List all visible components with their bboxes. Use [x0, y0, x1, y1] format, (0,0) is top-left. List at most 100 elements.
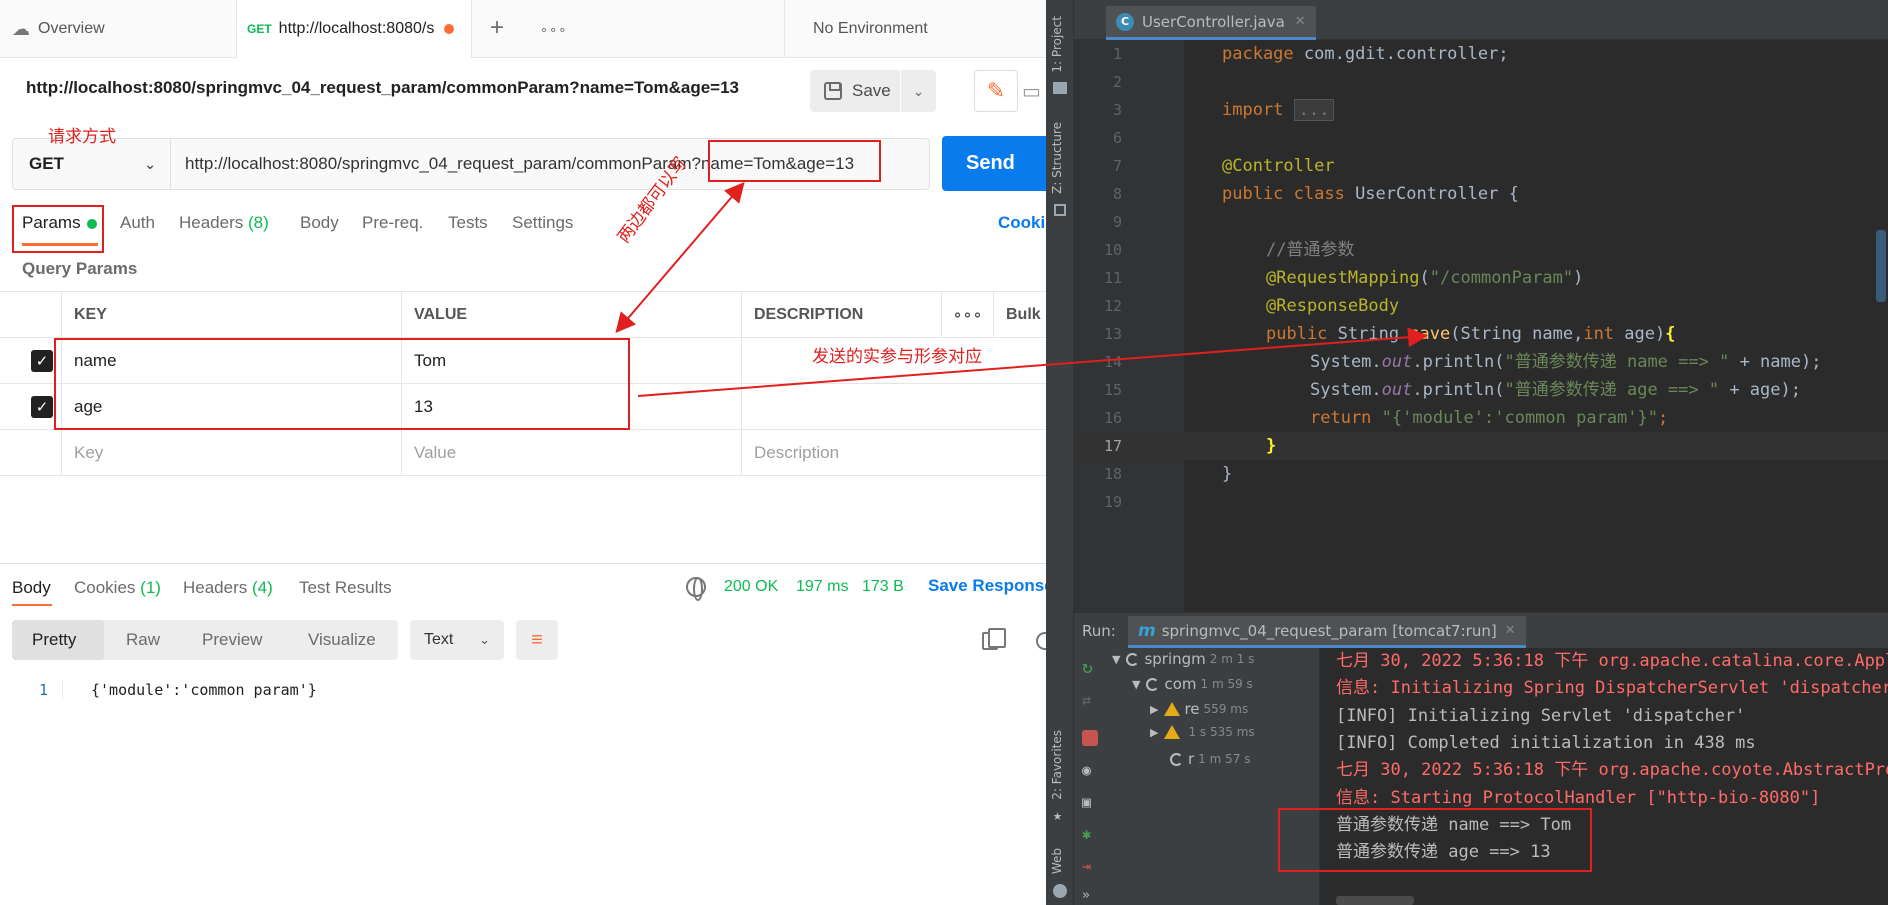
code-text: @RequestMapping("/commonParam") — [1266, 268, 1584, 288]
new-value-input[interactable]: Value — [401, 430, 741, 475]
line-number: 1 — [1112, 45, 1122, 63]
close-tab-icon[interactable]: ✕ — [1295, 14, 1306, 29]
table-more-icon[interactable]: ∘∘∘ — [941, 292, 993, 337]
view-raw[interactable]: Raw — [126, 620, 160, 660]
favorites-tool-button[interactable]: 2: Favorites — [1050, 730, 1064, 800]
param-description-cell[interactable] — [741, 384, 941, 429]
tab-request-url: http://localhost:8080/s — [278, 20, 435, 37]
tab-settings[interactable]: Settings — [512, 213, 573, 233]
view-preview[interactable]: Preview — [202, 620, 262, 660]
new-description-input[interactable]: Description — [741, 430, 941, 475]
code-text: @Controller — [1222, 156, 1335, 176]
structure-tool-button[interactable]: Z: Structure — [1050, 122, 1064, 194]
code-line: 3 import ... — [1074, 96, 1888, 124]
structure-icon[interactable] — [1054, 204, 1066, 216]
environment-selector[interactable]: No Environment — [784, 0, 1046, 58]
code-text: System.out.println("普通参数传递 name ==> " + … — [1310, 352, 1822, 372]
view-visualize[interactable]: Visualize — [308, 620, 376, 660]
rerun-icon[interactable]: ↻ — [1082, 659, 1098, 677]
tree-node-time: 1 s 535 ms — [1188, 725, 1255, 739]
rerun-failed-icon[interactable]: ⇄ — [1082, 692, 1098, 708]
cookies-link[interactable]: Cookies — [998, 213, 1046, 233]
view-pretty[interactable]: Pretty — [12, 620, 104, 660]
tab-auth[interactable]: Auth — [120, 213, 155, 233]
tree-node[interactable]: ▶ 1 s 535 ms — [1150, 725, 1255, 739]
line-number: 14 — [1103, 353, 1122, 371]
response-divider[interactable] — [0, 563, 1046, 564]
code-line: 8 public class UserController { — [1074, 180, 1888, 208]
web-tool-button[interactable]: Web — [1050, 848, 1064, 874]
search-icon[interactable] — [1036, 632, 1046, 650]
tab-request-active[interactable]: GET http://localhost:8080/s — [236, 0, 472, 58]
param-key-cell[interactable]: name — [61, 338, 401, 383]
tab-response-cookies[interactable]: Cookies (1) — [74, 578, 161, 598]
response-body-underline — [12, 604, 52, 606]
tab-params[interactable]: Params — [22, 213, 97, 233]
project-folder-icon[interactable] — [1053, 82, 1067, 94]
tab-headers[interactable]: Headers (8) — [179, 213, 269, 233]
wrap-lines-icon[interactable]: ≡ — [516, 620, 558, 660]
editor-scrollbar[interactable] — [1876, 230, 1886, 302]
save-button[interactable]: Save ⌄ — [810, 70, 936, 112]
param-value-cell[interactable]: 13 — [401, 384, 741, 429]
close-run-tab-icon[interactable]: ✕ — [1505, 623, 1516, 638]
more-tabs-icon[interactable]: ∘∘∘ — [540, 22, 567, 38]
stop-icon[interactable] — [1082, 730, 1098, 746]
tab-response-headers[interactable]: Headers (4) — [183, 578, 273, 598]
view-eye-icon[interactable]: ◉ — [1082, 762, 1098, 778]
tree-node[interactable]: ▶ re 559 ms — [1150, 700, 1248, 718]
status-code[interactable]: 200 OK — [724, 578, 778, 596]
param-key-cell[interactable]: age — [61, 384, 401, 429]
copy-icon[interactable] — [982, 628, 1006, 650]
new-key-input[interactable]: Key — [61, 430, 401, 475]
response-time[interactable]: 197 ms — [796, 578, 848, 596]
expand-chevron-icon[interactable]: » — [1082, 888, 1098, 904]
folded-imports[interactable]: ... — [1293, 99, 1335, 121]
line-number: 1 — [38, 681, 48, 699]
format-select[interactable]: Text ⌄ — [410, 620, 504, 660]
new-tab-plus-icon[interactable]: + — [490, 14, 504, 42]
save-response-button[interactable]: Save Response — [928, 576, 1046, 596]
edit-pencil-icon[interactable]: ✎ — [974, 70, 1018, 112]
row-checkbox-checked-icon[interactable]: ✓ — [31, 350, 53, 372]
response-size[interactable]: 173 B — [862, 578, 904, 596]
documentation-icon[interactable]: ▭ — [1022, 70, 1046, 112]
web-globe-icon[interactable] — [1053, 884, 1067, 898]
exit-icon[interactable]: ⇥ — [1082, 858, 1098, 874]
tab-overview[interactable]: ☁ Overview — [12, 0, 234, 58]
response-body-text[interactable]: {'module':'common param'} — [62, 681, 317, 699]
globe-icon[interactable] — [686, 577, 706, 601]
code-line: 15 System.out.println("普通参数传递 age ==> " +… — [1074, 376, 1888, 404]
tab-tests[interactable]: Tests — [448, 213, 488, 233]
ide-window: 1: Project Z: Structure 2: Favorites ★ W… — [1046, 0, 1888, 905]
tree-node[interactable]: ▼ springm 2 m 1 s — [1112, 650, 1254, 668]
code-line-current: 17} — [1074, 432, 1888, 460]
send-button[interactable]: Send — [942, 136, 1046, 191]
maven-icon: m — [1138, 620, 1156, 641]
tab-body[interactable]: Body — [300, 213, 339, 233]
debug-bug-icon[interactable]: ✱ — [1082, 826, 1098, 842]
bulk-edit-link[interactable]: Bulk — [993, 292, 1046, 337]
code-line: 2 — [1074, 68, 1888, 96]
postman-tab-bar: ☁ Overview GET http://localhost:8080/s +… — [0, 0, 1046, 58]
run-console[interactable]: 七月 30, 2022 5:36:18 下午 org.apache.catali… — [1320, 648, 1888, 905]
tree-node[interactable]: ▼ com 1 m 59 s — [1132, 675, 1253, 693]
project-tool-button[interactable]: 1: Project — [1050, 16, 1064, 73]
camera-icon[interactable]: ▣ — [1082, 794, 1098, 810]
row-checkbox-checked-icon[interactable]: ✓ — [31, 396, 53, 418]
code-line: 18} — [1074, 460, 1888, 488]
tab-response-cookies-count: (1) — [140, 578, 161, 597]
tab-pre-request[interactable]: Pre-req. — [362, 213, 423, 233]
tree-node-label: re — [1184, 700, 1200, 718]
param-value-cell[interactable]: Tom — [401, 338, 741, 383]
tab-response-body[interactable]: Body — [12, 578, 51, 598]
run-config-tab[interactable]: m springmvc_04_request_param [tomcat7:run… — [1128, 616, 1526, 648]
method-value: GET — [29, 154, 64, 173]
tab-test-results[interactable]: Test Results — [299, 578, 392, 598]
console-horizontal-scrollbar[interactable] — [1336, 896, 1414, 905]
editor-tab-usercontroller[interactable]: C UserController.java ✕ — [1106, 6, 1316, 40]
url-input[interactable]: http://localhost:8080/springmvc_04_reque… — [185, 139, 854, 189]
save-dropdown-chevron-icon[interactable]: ⌄ — [900, 70, 936, 112]
favorites-star-icon[interactable]: ★ — [1053, 806, 1062, 824]
tree-node[interactable]: r1 m 57 s — [1170, 750, 1250, 768]
